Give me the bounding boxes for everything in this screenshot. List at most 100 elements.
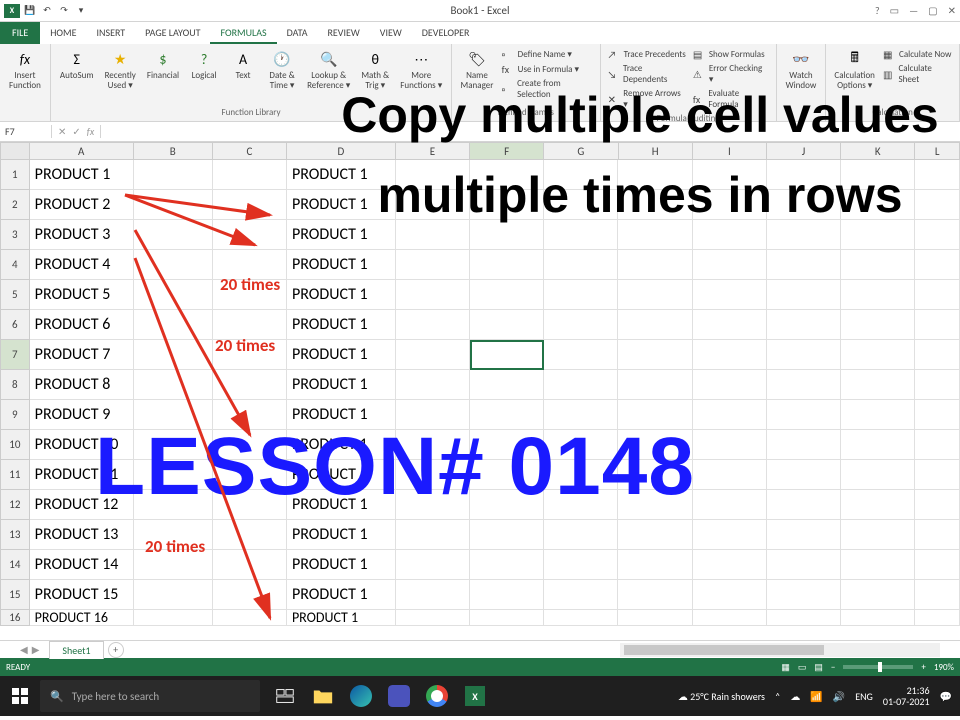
cell-J1[interactable] <box>767 160 841 190</box>
save-icon[interactable]: 💾 <box>23 4 37 18</box>
tab-insert[interactable]: INSERT <box>87 22 136 44</box>
ribbon-options-icon[interactable]: ▭ <box>890 4 899 17</box>
redo-icon[interactable]: ↷ <box>57 4 71 18</box>
cell-K4[interactable] <box>841 250 915 280</box>
cell-K9[interactable] <box>841 400 915 430</box>
row-header-9[interactable]: 9 <box>0 400 30 430</box>
sheet-tab[interactable]: Sheet1 <box>49 641 103 659</box>
cell-A8[interactable]: PRODUCT 8 <box>30 370 134 400</box>
financial-button[interactable]: $Financial <box>143 47 183 83</box>
cell-G12[interactable] <box>544 490 618 520</box>
cell-D5[interactable]: PRODUCT 1 <box>287 280 396 310</box>
chrome-icon[interactable] <box>418 676 456 716</box>
task-view-icon[interactable] <box>266 676 304 716</box>
cell-E12[interactable] <box>396 490 470 520</box>
cell-B6[interactable] <box>134 310 213 340</box>
cell-E9[interactable] <box>396 400 470 430</box>
calculate-sheet-button[interactable]: ▥Calculate Sheet <box>881 62 954 86</box>
cell-H1[interactable] <box>618 160 692 190</box>
calculate-now-button[interactable]: ▦Calculate Now <box>881 47 954 61</box>
sheet-nav[interactable]: ◀▶ <box>20 643 39 656</box>
cell-C8[interactable] <box>213 370 287 400</box>
cell-D12[interactable]: PRODUCT 1 <box>287 490 396 520</box>
cell-A14[interactable]: PRODUCT 14 <box>30 550 134 580</box>
cell-K7[interactable] <box>841 340 915 370</box>
cell-H3[interactable] <box>618 220 692 250</box>
cell-E16[interactable] <box>396 610 470 626</box>
row-header-14[interactable]: 14 <box>0 550 30 580</box>
more-functions-button[interactable]: ⋯More Functions ▾ <box>396 47 446 93</box>
taskbar-search[interactable]: 🔍 Type here to search <box>40 680 260 712</box>
cell-E7[interactable] <box>396 340 470 370</box>
cell-I16[interactable] <box>693 610 767 626</box>
cell-G4[interactable] <box>544 250 618 280</box>
text-button[interactable]: AText <box>225 47 261 83</box>
cell-G1[interactable] <box>544 160 618 190</box>
cell-E14[interactable] <box>396 550 470 580</box>
cell-K11[interactable] <box>841 460 915 490</box>
recently-used-button[interactable]: ★Recently Used ▾ <box>101 47 140 93</box>
cell-D15[interactable]: PRODUCT 1 <box>287 580 396 610</box>
column-header-L[interactable]: L <box>915 142 960 160</box>
cell-D9[interactable]: PRODUCT 1 <box>287 400 396 430</box>
define-name-button[interactable]: ▫Define Name ▾ <box>500 47 595 61</box>
cell-L4[interactable] <box>915 250 960 280</box>
cell-I12[interactable] <box>693 490 767 520</box>
cell-D10[interactable]: PRODUCT 1 <box>287 430 396 460</box>
cell-E3[interactable] <box>396 220 470 250</box>
cell-J16[interactable] <box>767 610 841 626</box>
cell-H8[interactable] <box>618 370 692 400</box>
cell-F16[interactable] <box>470 610 544 626</box>
cell-H4[interactable] <box>618 250 692 280</box>
cell-G2[interactable] <box>544 190 618 220</box>
cell-E10[interactable] <box>396 430 470 460</box>
cell-H13[interactable] <box>618 520 692 550</box>
add-sheet-button[interactable]: + <box>108 642 124 658</box>
cell-K15[interactable] <box>841 580 915 610</box>
name-manager-button[interactable]: 🏷Name Manager <box>457 47 496 93</box>
cell-B1[interactable] <box>134 160 213 190</box>
cell-F8[interactable] <box>470 370 544 400</box>
cell-F3[interactable] <box>470 220 544 250</box>
cell-C6[interactable] <box>213 310 287 340</box>
zoom-slider[interactable] <box>843 665 913 669</box>
cell-L9[interactable] <box>915 400 960 430</box>
cell-L6[interactable] <box>915 310 960 340</box>
cell-C10[interactable] <box>213 430 287 460</box>
cell-L8[interactable] <box>915 370 960 400</box>
cell-F9[interactable] <box>470 400 544 430</box>
cell-E15[interactable] <box>396 580 470 610</box>
cell-I5[interactable] <box>693 280 767 310</box>
cell-D13[interactable]: PRODUCT 1 <box>287 520 396 550</box>
cell-A5[interactable]: PRODUCT 5 <box>30 280 134 310</box>
cell-J6[interactable] <box>767 310 841 340</box>
cell-J12[interactable] <box>767 490 841 520</box>
cell-F7[interactable] <box>470 340 544 370</box>
cell-D16[interactable]: PRODUCT 1 <box>287 610 396 626</box>
insert-function-button[interactable]: fx Insert Function <box>5 47 45 93</box>
cell-D4[interactable]: PRODUCT 1 <box>287 250 396 280</box>
close-icon[interactable]: ✕ <box>948 4 956 17</box>
cell-D2[interactable]: PRODUCT 1 <box>287 190 396 220</box>
notification-icon[interactable]: 💬 <box>940 690 952 703</box>
cell-A2[interactable]: PRODUCT 2 <box>30 190 134 220</box>
cell-F15[interactable] <box>470 580 544 610</box>
cell-G16[interactable] <box>544 610 618 626</box>
cell-D8[interactable]: PRODUCT 1 <box>287 370 396 400</box>
cell-H10[interactable] <box>618 430 692 460</box>
tab-review[interactable]: REVIEW <box>317 22 369 44</box>
cell-H14[interactable] <box>618 550 692 580</box>
cell-F5[interactable] <box>470 280 544 310</box>
cell-B13[interactable] <box>134 520 213 550</box>
trace-dependents-button[interactable]: ↘Trace Dependents <box>606 62 688 86</box>
cell-I6[interactable] <box>693 310 767 340</box>
cell-L15[interactable] <box>915 580 960 610</box>
cell-C11[interactable] <box>213 460 287 490</box>
cell-G5[interactable] <box>544 280 618 310</box>
cell-K8[interactable] <box>841 370 915 400</box>
cell-L7[interactable] <box>915 340 960 370</box>
cell-A7[interactable]: PRODUCT 7 <box>30 340 134 370</box>
cell-F6[interactable] <box>470 310 544 340</box>
cell-A1[interactable]: PRODUCT 1 <box>30 160 134 190</box>
cell-J10[interactable] <box>767 430 841 460</box>
